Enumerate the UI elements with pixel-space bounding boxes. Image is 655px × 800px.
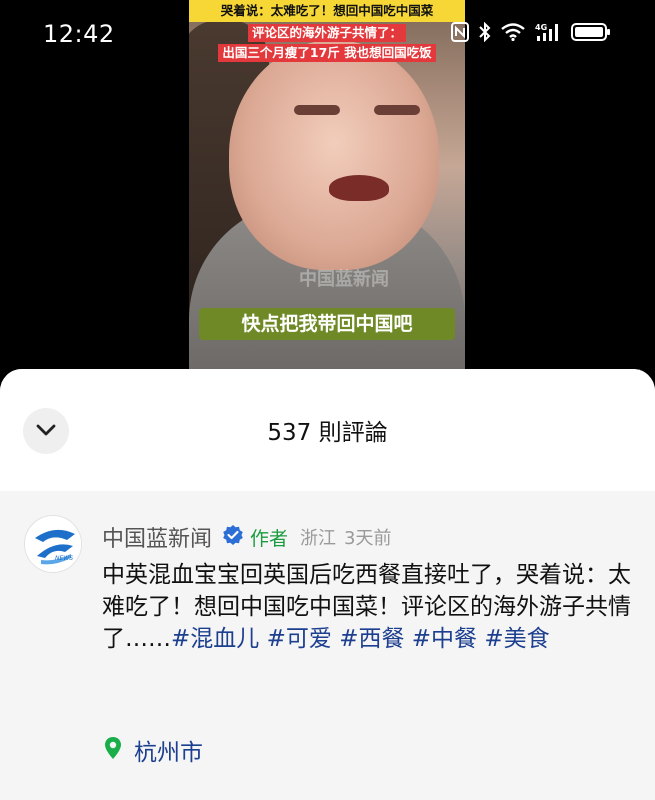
location-pin-icon	[104, 736, 122, 764]
video-watermark: 中国蓝新闻	[299, 269, 389, 290]
svg-text:NEWS: NEWS	[55, 555, 73, 562]
time-meta: 3天前	[344, 528, 392, 549]
location-tag[interactable]: 杭州市	[104, 733, 203, 767]
video-mouth	[329, 175, 389, 201]
signal-4g-icon: 4G	[535, 22, 561, 42]
sheet-header: 537 則評論	[0, 369, 655, 491]
hashtag-link[interactable]: #西餐	[339, 626, 404, 652]
comment-header: 中国蓝新闻 作者 浙江 3天前	[102, 521, 391, 553]
comment-text: 中英混血宝宝回英国后吃西餐直接吐了，哭着说：太难吃了！想回中国吃中国菜！评论区的…	[102, 559, 642, 655]
nfc-icon	[451, 22, 469, 42]
bluetooth-icon	[479, 22, 491, 42]
status-bar: 12:42 4G	[0, 0, 655, 70]
zhejiang-news-logo-icon: NEWS	[25, 516, 81, 572]
verified-badge-icon	[222, 524, 244, 550]
video-sub-caption: 快点把我带回中国吧	[199, 308, 455, 340]
hashtag-link[interactable]: #中餐	[412, 626, 477, 652]
video-eye-left	[294, 105, 340, 115]
video-eye-right	[374, 105, 420, 115]
hashtag-link[interactable]: #可爱	[267, 626, 332, 652]
comment-count-title: 537 則評論	[267, 420, 388, 446]
location-text: 杭州市	[134, 740, 203, 766]
svg-text:4G: 4G	[535, 23, 547, 32]
comments-sheet: 537 則評論 NEWS 中国蓝新闻 作者 浙江 3天前 中英混血宝宝回英国后吃…	[0, 369, 655, 800]
status-time: 12:42	[43, 20, 115, 48]
status-icons: 4G	[451, 22, 611, 42]
wifi-icon	[501, 23, 525, 41]
hashtag-link[interactable]: #混血儿	[171, 626, 259, 652]
hashtag-link[interactable]: #美食	[484, 626, 549, 652]
battery-icon	[571, 22, 611, 42]
avatar[interactable]: NEWS	[24, 515, 82, 573]
location-meta: 浙江	[300, 528, 337, 549]
author-tag: 作者	[250, 527, 289, 550]
author-name[interactable]: 中国蓝新闻	[102, 521, 212, 553]
video-face	[229, 40, 439, 270]
comment-item: NEWS 中国蓝新闻 作者 浙江 3天前 中英混血宝宝回英国后吃西餐直接吐了，哭…	[0, 491, 655, 800]
